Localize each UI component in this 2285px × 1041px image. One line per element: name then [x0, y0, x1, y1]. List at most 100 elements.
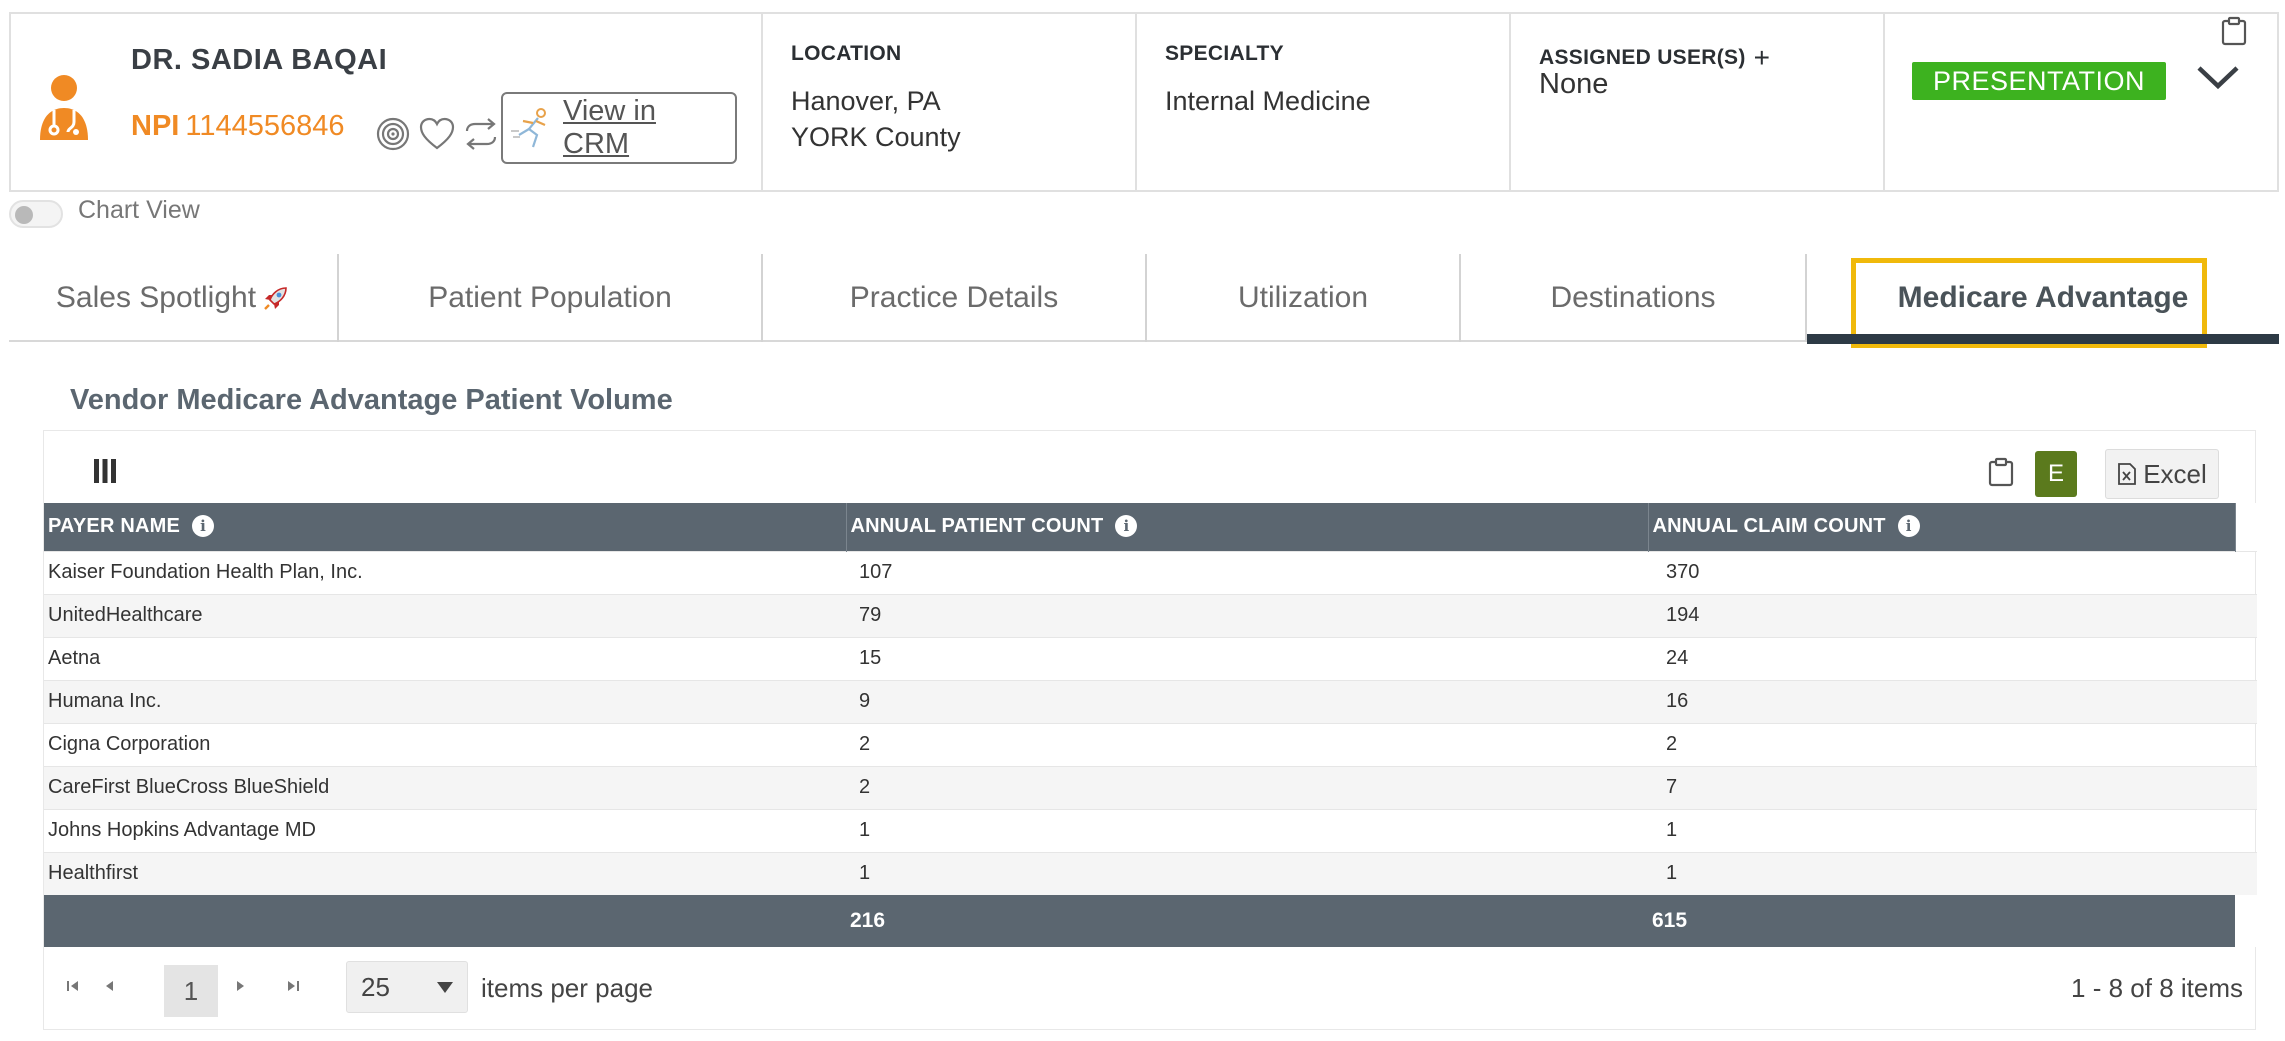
chart-view-toggle[interactable] [9, 200, 63, 228]
target-icon[interactable] [375, 116, 411, 152]
tab-label: Sales Spotlight [55, 281, 257, 314]
table-body: Kaiser Foundation Health Plan, Inc. 107 37… [44, 550, 2257, 895]
cell-annual-patient-count: 15 [846, 636, 1648, 680]
excel-export-button[interactable]: Excel [2105, 449, 2219, 499]
row-spacer [2235, 593, 2257, 637]
info-icon[interactable]: i [192, 515, 215, 538]
column-header-label: ANNUAL PATIENT COUNT [850, 515, 1104, 538]
medicare-advantage-grid: E Excel PAYER NAME i ANNUAL PATIENT COUNT… [43, 430, 2257, 1030]
cell-annual-claim-count: 16 [1648, 679, 2235, 723]
current-page-button[interactable]: 1 [164, 965, 218, 1017]
column-header-annual-patient-count[interactable]: ANNUAL PATIENT COUNT i [846, 503, 1649, 551]
npi: NPI 1144556846 [131, 110, 344, 143]
npi-label: NPI [131, 110, 180, 142]
next-page-icon[interactable] [234, 977, 248, 998]
cell-annual-patient-count: 2 [846, 765, 1648, 809]
location-column: LOCATION Hanover, PA YORK County [763, 14, 1137, 190]
table-row[interactable]: Cigna Corporation 2 2 [44, 722, 2257, 766]
tab-medicare-advantage[interactable]: Medicare Advantage [1807, 254, 2279, 348]
specialty-label: SPECIALTY [1165, 42, 1284, 65]
toggle-knob [15, 206, 33, 224]
column-header-payer-name[interactable]: PAYER NAME i [44, 503, 847, 551]
last-page-icon[interactable] [286, 977, 300, 998]
footer-spacer [2235, 895, 2257, 947]
row-spacer [2235, 722, 2257, 766]
table-row[interactable]: Humana Inc. 9 16 [44, 679, 2257, 723]
page-size-value: 25 [361, 971, 390, 1002]
cell-annual-claim-count: 1 [1648, 808, 2235, 852]
tab-practice-details[interactable]: Practice Details [763, 254, 1147, 342]
cell-payer-name: Kaiser Foundation Health Plan, Inc. [44, 550, 846, 594]
provider-name: DR. SADIA BAQAI [131, 44, 388, 76]
table-totals-row: 216 615 [44, 895, 2257, 947]
provider-actions [375, 116, 499, 152]
tab-bar: Sales Spotlight Patient Population Pract… [9, 254, 2279, 348]
runner-icon [511, 108, 546, 148]
specialty-value: Internal Medicine [1165, 86, 1371, 116]
provider-header: DR. SADIA BAQAI NPI 1144556846 View in C… [9, 12, 2279, 192]
table-row[interactable]: Aetna 15 24 [44, 636, 2257, 680]
table-row[interactable]: Johns Hopkins Advantage MD 1 1 [44, 808, 2257, 852]
table-row[interactable]: CareFirst BlueCross BlueShield 2 7 [44, 765, 2257, 809]
clipboard-icon[interactable] [1988, 457, 2014, 487]
first-page-icon[interactable] [66, 977, 80, 998]
column-header-annual-claim-count[interactable]: ANNUAL CLAIM COUNT i [1648, 503, 2236, 551]
tab-sales-spotlight[interactable]: Sales Spotlight [9, 254, 339, 342]
payer-table: PAYER NAME i ANNUAL PATIENT COUNT i ANNUAL… [44, 503, 2257, 947]
assigned-users-label-text: ASSIGNED USER(S) [1539, 46, 1746, 69]
total-patient-count: 216 [846, 895, 1648, 947]
cell-payer-name: Humana Inc. [44, 679, 846, 723]
tab-patient-population[interactable]: Patient Population [339, 254, 763, 342]
view-in-crm-label: View in CRM [563, 95, 656, 160]
cell-annual-claim-count: 194 [1648, 593, 2235, 637]
cell-payer-name: Healthfirst [44, 851, 846, 895]
cell-payer-name: Cigna Corporation [44, 722, 846, 766]
grid-toolbar: E Excel [44, 431, 2255, 503]
specialty-column: SPECIALTY Internal Medicine [1137, 14, 1511, 190]
location-city: Hanover, PA [791, 86, 941, 116]
location-county: YORK County [791, 122, 961, 152]
total-claim-count: 615 [1648, 895, 2235, 947]
info-icon[interactable]: i [1897, 515, 1920, 538]
info-icon[interactable]: i [1115, 515, 1138, 538]
table-row[interactable]: Kaiser Foundation Health Plan, Inc. 107 37… [44, 550, 2257, 594]
column-header-label: ANNUAL CLAIM COUNT [1652, 515, 1886, 538]
clipboard-icon[interactable] [2221, 16, 2247, 46]
assigned-users-value: None [1539, 68, 1609, 100]
e-button[interactable]: E [2035, 451, 2077, 497]
cell-payer-name: Aetna [44, 636, 846, 680]
table-row[interactable]: Healthfirst 1 1 [44, 851, 2257, 895]
tab-destinations[interactable]: Destinations [1461, 254, 1807, 342]
sync-icon[interactable] [463, 116, 499, 152]
previous-page-icon[interactable] [102, 977, 116, 998]
caret-down-icon [437, 982, 453, 993]
rocket-icon [264, 287, 287, 310]
table-header-row: PAYER NAME i ANNUAL PATIENT COUNT i ANNUAL… [44, 503, 2257, 551]
cell-annual-claim-count: 2 [1648, 722, 2235, 766]
cell-payer-name: Johns Hopkins Advantage MD [44, 808, 846, 852]
assigned-users-column: ASSIGNED USER(S) + None [1511, 14, 1885, 190]
section-title: Vendor Medicare Advantage Patient Volume [70, 384, 673, 416]
cell-annual-claim-count: 24 [1648, 636, 2235, 680]
row-spacer [2235, 550, 2257, 594]
pager-summary: 1 - 8 of 8 items [2071, 973, 2243, 1003]
cell-payer-name: CareFirst BlueCross BlueShield [44, 765, 846, 809]
view-in-crm-button[interactable]: View in CRM [501, 92, 737, 164]
tab-label: Medicare Advantage [1897, 281, 2189, 314]
header-spacer [2235, 503, 2257, 551]
chevron-down-icon[interactable] [2195, 58, 2241, 96]
page-size-select[interactable]: 25 [346, 961, 468, 1013]
columns-icon[interactable] [92, 457, 118, 485]
table-row[interactable]: UnitedHealthcare 79 194 [44, 593, 2257, 637]
npi-value: 1144556846 [185, 110, 345, 142]
heart-icon[interactable] [419, 116, 455, 152]
add-user-button[interactable]: + [1754, 42, 1771, 74]
pagination: 1 25 items per page 1 - 8 of 8 items [44, 947, 2255, 1035]
tab-utilization[interactable]: Utilization [1147, 254, 1461, 342]
cell-annual-claim-count: 1 [1648, 851, 2235, 895]
cell-annual-patient-count: 1 [846, 808, 1648, 852]
location-label: LOCATION [791, 42, 902, 65]
provider-column: DR. SADIA BAQAI NPI 1144556846 View in C… [11, 14, 763, 190]
row-spacer [2235, 765, 2257, 809]
cell-annual-claim-count: 7 [1648, 765, 2235, 809]
